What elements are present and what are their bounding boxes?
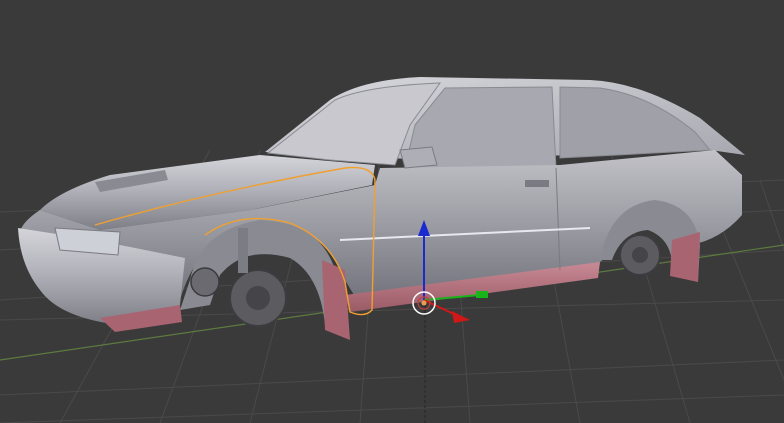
gizmo-origin-dot[interactable]: [421, 300, 427, 306]
rear-mudflap: [670, 232, 700, 282]
side-mirror: [399, 146, 438, 169]
front-caliper: [190, 267, 220, 297]
scene-canvas[interactable]: [0, 0, 784, 423]
gizmo-y-arrow[interactable]: [476, 291, 488, 298]
rear-hub: [632, 247, 648, 263]
front-hub: [246, 286, 270, 310]
3d-viewport[interactable]: [0, 0, 784, 423]
gizmo-x-arrow[interactable]: [452, 311, 470, 323]
door-handle: [525, 180, 549, 187]
front-suspension: [238, 228, 248, 273]
car-model[interactable]: [18, 77, 745, 340]
